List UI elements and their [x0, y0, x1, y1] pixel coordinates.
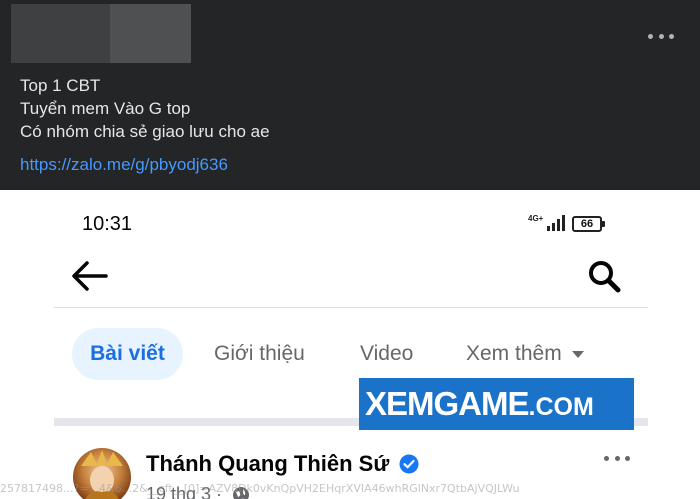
status-time: 10:31 [82, 213, 133, 235]
battery-icon: 66 [572, 216, 602, 232]
more-horizontal-icon[interactable] [604, 456, 630, 462]
post-text-line-3: Có nhóm chia sẻ giao lưu cho ae [20, 122, 270, 141]
page-name[interactable]: Thánh Quang Thiên Sứ [146, 451, 389, 477]
search-icon[interactable] [586, 258, 622, 294]
zalo-group-link[interactable]: https://zalo.me/g/pbyodj636 [20, 155, 228, 175]
tab-see-more[interactable]: Xem thêm [466, 328, 584, 380]
watermark-main: XEMGAME [365, 385, 530, 422]
dot [625, 456, 630, 461]
dot [614, 456, 620, 461]
status-icons: 4G+ 66 [528, 213, 618, 235]
embedded-phone-screenshot: 10:31 4G+ 66 Bài viết Giới thiệu Video X… [0, 190, 700, 499]
tab-posts[interactable]: Bài viết [72, 328, 183, 380]
blurred-author-avatar[interactable] [11, 4, 191, 63]
battery-tip [602, 221, 605, 227]
dot [658, 33, 664, 39]
blur-block [110, 4, 191, 63]
post-header: Top 1 CBT Tuyển mem Vào G top Có nhóm ch… [0, 0, 700, 190]
verified-badge-icon [399, 454, 419, 474]
tab-see-more-label: Xem thêm [466, 342, 562, 365]
watermark-suffix: .COM [528, 393, 594, 421]
network-label: 4G+ [528, 214, 544, 223]
xemgame-watermark-logo: XEMGAME.COM [359, 378, 634, 430]
url-overlay-text: 257817498...?=...4&6...2&__cft__[0]=AZV8… [0, 482, 520, 495]
more-horizontal-icon[interactable] [648, 26, 674, 46]
post-text-line-1: Top 1 CBT [20, 76, 101, 95]
dot [648, 33, 653, 39]
divider [54, 307, 648, 308]
dot [604, 456, 609, 461]
post-text-line-2: Tuyển mem Vào G top [20, 99, 191, 118]
tab-video[interactable]: Video [360, 328, 413, 380]
signal-icon [547, 215, 567, 231]
blur-block [11, 4, 110, 63]
caret-down-icon [571, 350, 584, 358]
back-arrow-icon[interactable] [70, 260, 108, 292]
tab-about[interactable]: Giới thiệu [214, 328, 305, 380]
dot [669, 33, 674, 39]
